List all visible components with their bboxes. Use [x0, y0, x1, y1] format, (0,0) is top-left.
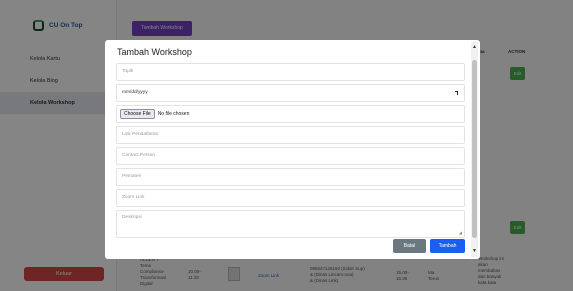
- contact-person-input[interactable]: Contact Person: [116, 147, 465, 165]
- submit-button[interactable]: Tambah: [430, 239, 465, 253]
- resize-handle-icon[interactable]: ◢: [459, 230, 462, 235]
- cancel-button[interactable]: Batal: [393, 239, 426, 253]
- modal-form: Topik mm/dd/yyyy Choose File No file cho…: [116, 60, 465, 238]
- modal-title: Tambah Workshop: [117, 47, 192, 57]
- description-textarea[interactable]: Deskripsi ◢: [116, 210, 465, 238]
- file-status-text: No file chosen: [157, 111, 190, 117]
- topic-input[interactable]: Topik: [116, 63, 465, 81]
- app-root: CU On Top Kelola Kartu Kelola Blog Kelol…: [0, 0, 573, 291]
- registration-link-input[interactable]: Link Pendaftaran: [116, 126, 465, 144]
- description-placeholder: Deskripsi: [122, 215, 142, 220]
- speaker-input[interactable]: Pemateri: [116, 168, 465, 186]
- poster-file-input[interactable]: Choose File No file chosen: [116, 105, 465, 123]
- scroll-down-icon[interactable]: ▼: [472, 248, 477, 254]
- scroll-thumb[interactable]: [472, 60, 477, 238]
- zoom-link-input[interactable]: Zoom Link: [116, 189, 465, 207]
- modal-scrollbar[interactable]: ▲ ▼: [471, 42, 478, 257]
- date-value: mm/dd/yyyy: [122, 90, 148, 95]
- calendar-icon[interactable]: [455, 91, 458, 95]
- add-workshop-modal: Tambah Workshop Topik mm/dd/yyyy Choose …: [105, 40, 480, 259]
- date-input[interactable]: mm/dd/yyyy: [116, 84, 465, 102]
- scroll-up-icon[interactable]: ▲: [472, 44, 477, 50]
- choose-file-button[interactable]: Choose File: [120, 109, 155, 119]
